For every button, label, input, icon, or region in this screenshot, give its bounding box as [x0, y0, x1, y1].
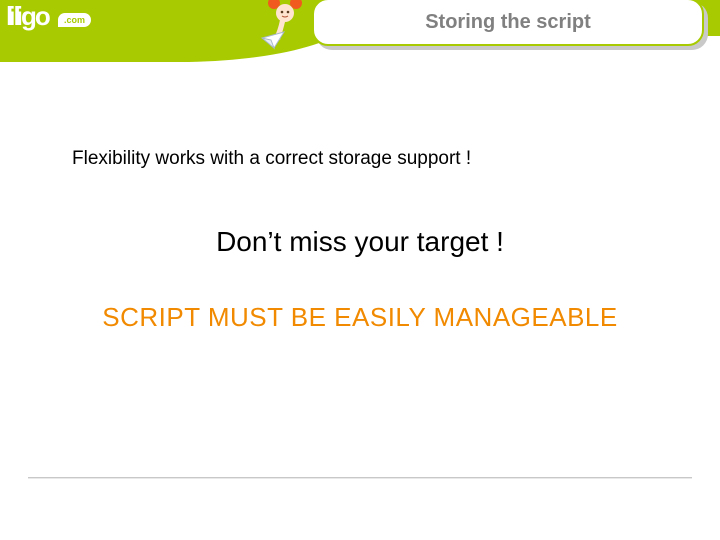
top-banner: liligo .com Storing the — [0, 0, 720, 62]
body-line-3: SCRIPT MUST BE EASILY MANAGEABLE — [0, 302, 720, 333]
slide-title: Storing the script — [425, 11, 591, 34]
body-line-1: Flexibility works with a correct storage… — [72, 148, 471, 170]
slide: liligo .com Storing the — [0, 0, 720, 540]
brand-suffix: .com — [58, 13, 91, 27]
mascot-icon — [260, 0, 310, 56]
title-capsule: Storing the script — [312, 0, 704, 46]
body-line-2: Don’t miss your target ! — [0, 226, 720, 258]
brand-logo: liligo .com — [6, 4, 124, 44]
brand-name: liligo — [6, 1, 54, 31]
footer-rule-light — [28, 478, 692, 479]
